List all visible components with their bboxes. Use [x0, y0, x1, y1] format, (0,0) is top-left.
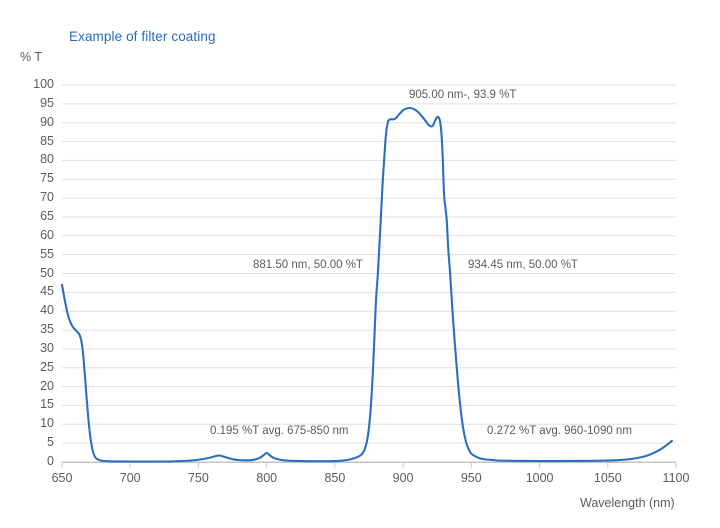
y-tick-label: 50 — [40, 265, 54, 280]
y-tick-label: 40 — [40, 303, 54, 318]
chart-figure: Example of filter coating % T Wavelength… — [0, 0, 720, 528]
y-tick-label: 85 — [40, 133, 54, 148]
x-tick-label: 850 — [324, 471, 346, 485]
y-tick-label: 35 — [40, 322, 54, 337]
y-tick-label: 25 — [40, 359, 54, 374]
x-tick-marks — [61, 462, 677, 468]
y-tick-label: 75 — [40, 171, 54, 186]
y-tick-label: 20 — [40, 378, 54, 393]
x-tick-label: 1050 — [593, 471, 622, 485]
y-tick-label: 5 — [47, 435, 54, 450]
gridlines — [62, 84, 676, 463]
y-tick-label: 55 — [40, 246, 54, 261]
annotation-block-left: 0.195 %T avg. 675-850 nm — [210, 425, 349, 437]
x-tick-label: 750 — [187, 471, 209, 485]
y-tick-label: 45 — [40, 284, 54, 299]
y-tick-label: 95 — [40, 95, 54, 110]
y-tick-label: 70 — [40, 190, 54, 205]
y-tick-label: 60 — [40, 227, 54, 242]
x-tick-label: 800 — [256, 471, 278, 485]
annotation-left-edge: 881.50 nm, 50.00 %T — [253, 259, 363, 271]
x-tick-label: 1100 — [662, 471, 690, 485]
x-tick-label: 650 — [51, 471, 73, 485]
annotation-right-edge: 934.45 nm, 50.00 %T — [468, 259, 578, 271]
y-tick-label: 65 — [40, 208, 54, 223]
y-tick-label: 80 — [40, 152, 54, 167]
transmission-curve — [60, 106, 673, 463]
y-tick-label: 0 — [47, 454, 54, 468]
y-tick-label: 30 — [40, 340, 54, 355]
annotation-block-right: 0.272 %T avg. 960-1090 nm — [487, 425, 632, 437]
annotation-peak: 905.00 nm-, 93.9 %T — [409, 89, 517, 101]
x-tick-label: 700 — [119, 471, 141, 485]
x-tick-label: 1000 — [525, 471, 554, 485]
y-tick-label: 15 — [40, 397, 54, 412]
y-tick-label: 100 — [33, 77, 54, 91]
x-tick-label: 900 — [392, 471, 414, 485]
y-tick-label: 90 — [40, 114, 54, 129]
x-tick-label: 950 — [460, 471, 482, 485]
y-tick-label: 10 — [40, 416, 54, 431]
